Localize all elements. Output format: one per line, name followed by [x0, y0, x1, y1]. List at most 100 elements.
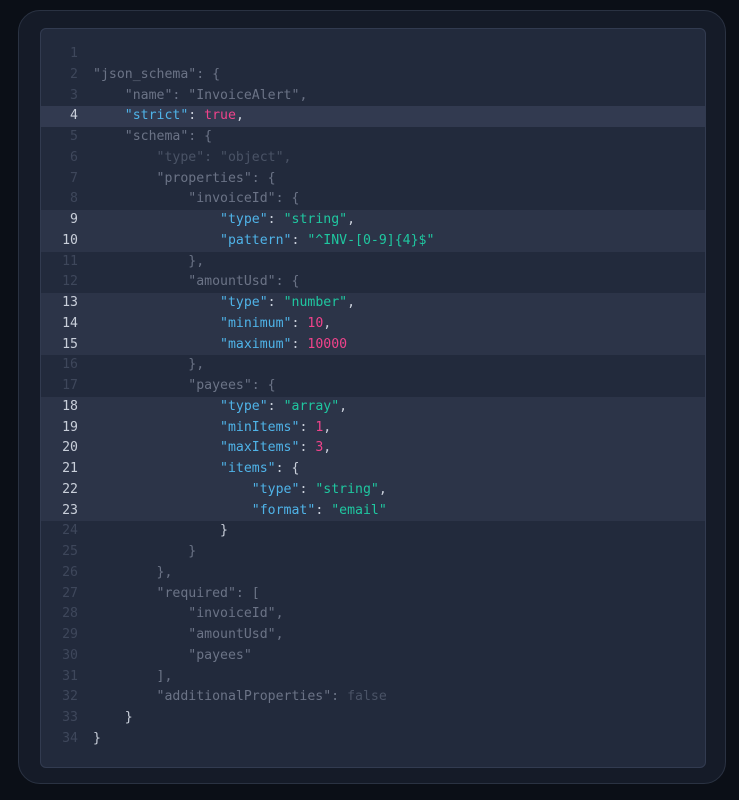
code-token: "required": [	[93, 585, 260, 601]
code-token: :	[299, 481, 316, 497]
code-line[interactable]: 27 "required": [	[41, 584, 705, 605]
line-number: 23	[62, 502, 78, 518]
line-content: "json_schema": {	[93, 65, 220, 86]
code-token: "email"	[331, 502, 387, 518]
code-line[interactable]: 32 "additionalProperties": false	[41, 687, 705, 708]
code-line[interactable]: 22 "type": "string",	[41, 479, 705, 501]
code-line[interactable]: 8 "invoiceId": {	[41, 189, 705, 210]
code-line[interactable]: 4 "strict": true,	[41, 106, 705, 127]
line-number: 7	[70, 170, 78, 186]
line-number: 8	[70, 191, 78, 207]
code-token: :	[315, 502, 332, 518]
code-token: "array"	[283, 398, 340, 414]
code-token: "maxItems"	[93, 440, 300, 456]
code-token: ,	[378, 481, 387, 497]
line-content: },	[93, 563, 173, 584]
code-line[interactable]: 29 "amountUsd",	[41, 625, 705, 646]
code-token: false	[347, 689, 387, 705]
code-line[interactable]: 5 "schema": {	[41, 127, 705, 148]
code-line[interactable]: 6 "type": "object",	[41, 148, 705, 169]
line-number: 9	[70, 212, 78, 227]
line-number: 5	[70, 129, 78, 144]
line-content: }	[93, 542, 196, 563]
line-number: 1	[70, 46, 78, 61]
code-token: "amountUsd": {	[93, 274, 300, 290]
code-token: "properties": {	[93, 170, 276, 186]
code-line[interactable]: 28 "invoiceId",	[41, 604, 705, 625]
line-number: 2	[70, 66, 78, 82]
code-token: "schema": {	[93, 129, 213, 144]
line-number: 17	[62, 378, 78, 393]
line-number: 4	[70, 108, 78, 124]
code-token: "pattern"	[93, 232, 292, 248]
code-token: "name"	[93, 87, 173, 103]
line-number: 19	[62, 419, 78, 435]
code-token: 10	[307, 315, 324, 331]
line-content: },	[93, 252, 204, 273]
code-line[interactable]: 26 },	[41, 563, 705, 584]
code-line[interactable]: 12 "amountUsd": {	[41, 272, 705, 293]
line-content: "maximum": 10000	[93, 335, 347, 356]
code-token: }	[93, 730, 101, 746]
code-token: "additionalProperties":	[93, 689, 348, 705]
code-line[interactable]: 9 "type": "string",	[41, 210, 705, 231]
line-number: 24	[62, 523, 78, 539]
code-token: "payees": {	[93, 378, 276, 393]
code-line[interactable]: 19 "minItems": 1,	[41, 417, 705, 439]
code-editor[interactable]: 1 2 "json_schema": {3 "name": "InvoiceAler…	[40, 28, 706, 768]
code-token: :	[291, 336, 308, 352]
code-token: "string"	[283, 212, 348, 227]
code-line[interactable]: 23 "format": "email"	[41, 500, 705, 522]
code-line[interactable]: 30 "payees"	[41, 646, 705, 667]
line-number: 16	[62, 357, 78, 373]
line-number: 27	[62, 585, 78, 601]
code-line[interactable]: 21 "items": {	[41, 459, 705, 480]
code-line[interactable]: 34}	[41, 729, 705, 750]
line-number: 12	[62, 274, 78, 290]
code-token: "type": "object",	[93, 149, 292, 165]
code-view: 1 2 "json_schema": {3 "name": "InvoiceAler…	[41, 44, 705, 750]
code-line[interactable]: 24 }	[41, 521, 705, 542]
code-line[interactable]: 1	[41, 44, 705, 65]
code-line[interactable]: 7 "properties": {	[41, 169, 705, 190]
code-line[interactable]: 25 }	[41, 542, 705, 563]
line-content: "payees": {	[93, 376, 276, 397]
line-content: "name": "InvoiceAlert",	[93, 86, 308, 107]
line-content: "type": "object",	[93, 148, 292, 169]
code-token: }	[93, 710, 133, 725]
line-content: "amountUsd": {	[93, 272, 299, 293]
code-token: }	[93, 544, 197, 559]
code-token: ,	[323, 440, 332, 456]
code-token: "type"	[93, 398, 268, 414]
line-number: 11	[62, 253, 78, 269]
line-number: 22	[62, 481, 78, 497]
line-number: 29	[62, 627, 78, 642]
code-line[interactable]: 2 "json_schema": {	[41, 65, 705, 86]
code-line[interactable]: 18 "type": "array",	[41, 396, 705, 418]
code-line[interactable]: 20 "maxItems": 3,	[41, 438, 705, 459]
line-content: },	[93, 355, 204, 376]
line-content: "type": "array",	[93, 397, 347, 418]
line-content: "additionalProperties": false	[93, 687, 387, 708]
code-token: ,	[347, 295, 356, 310]
line-number: 30	[62, 647, 78, 663]
code-line[interactable]: 17 "payees": {	[41, 376, 705, 397]
code-token: ,	[323, 315, 332, 331]
code-token: :	[267, 295, 284, 310]
code-line[interactable]: 3 "name": "InvoiceAlert",	[41, 86, 705, 107]
code-token: ,	[235, 108, 244, 124]
code-line[interactable]: 11 },	[41, 252, 705, 273]
code-line[interactable]: 16 },	[41, 355, 705, 376]
code-line[interactable]: 10 "pattern": "^INV-[0-9]{4}$"	[41, 230, 705, 252]
code-line[interactable]: 33 }	[41, 708, 705, 729]
line-content: "payees"	[93, 646, 252, 667]
code-line[interactable]: 31 ],	[41, 667, 705, 688]
code-token: "type"	[93, 481, 300, 497]
code-line[interactable]: 13 "type": "number",	[41, 293, 705, 314]
line-content: "format": "email"	[93, 501, 387, 522]
code-token: :	[267, 398, 284, 414]
code-token: "json_schema"	[93, 66, 197, 82]
code-line[interactable]: 14 "minimum": 10,	[41, 313, 705, 335]
code-line[interactable]: 15 "maximum": 10000	[41, 334, 705, 356]
line-number: 15	[62, 336, 78, 352]
